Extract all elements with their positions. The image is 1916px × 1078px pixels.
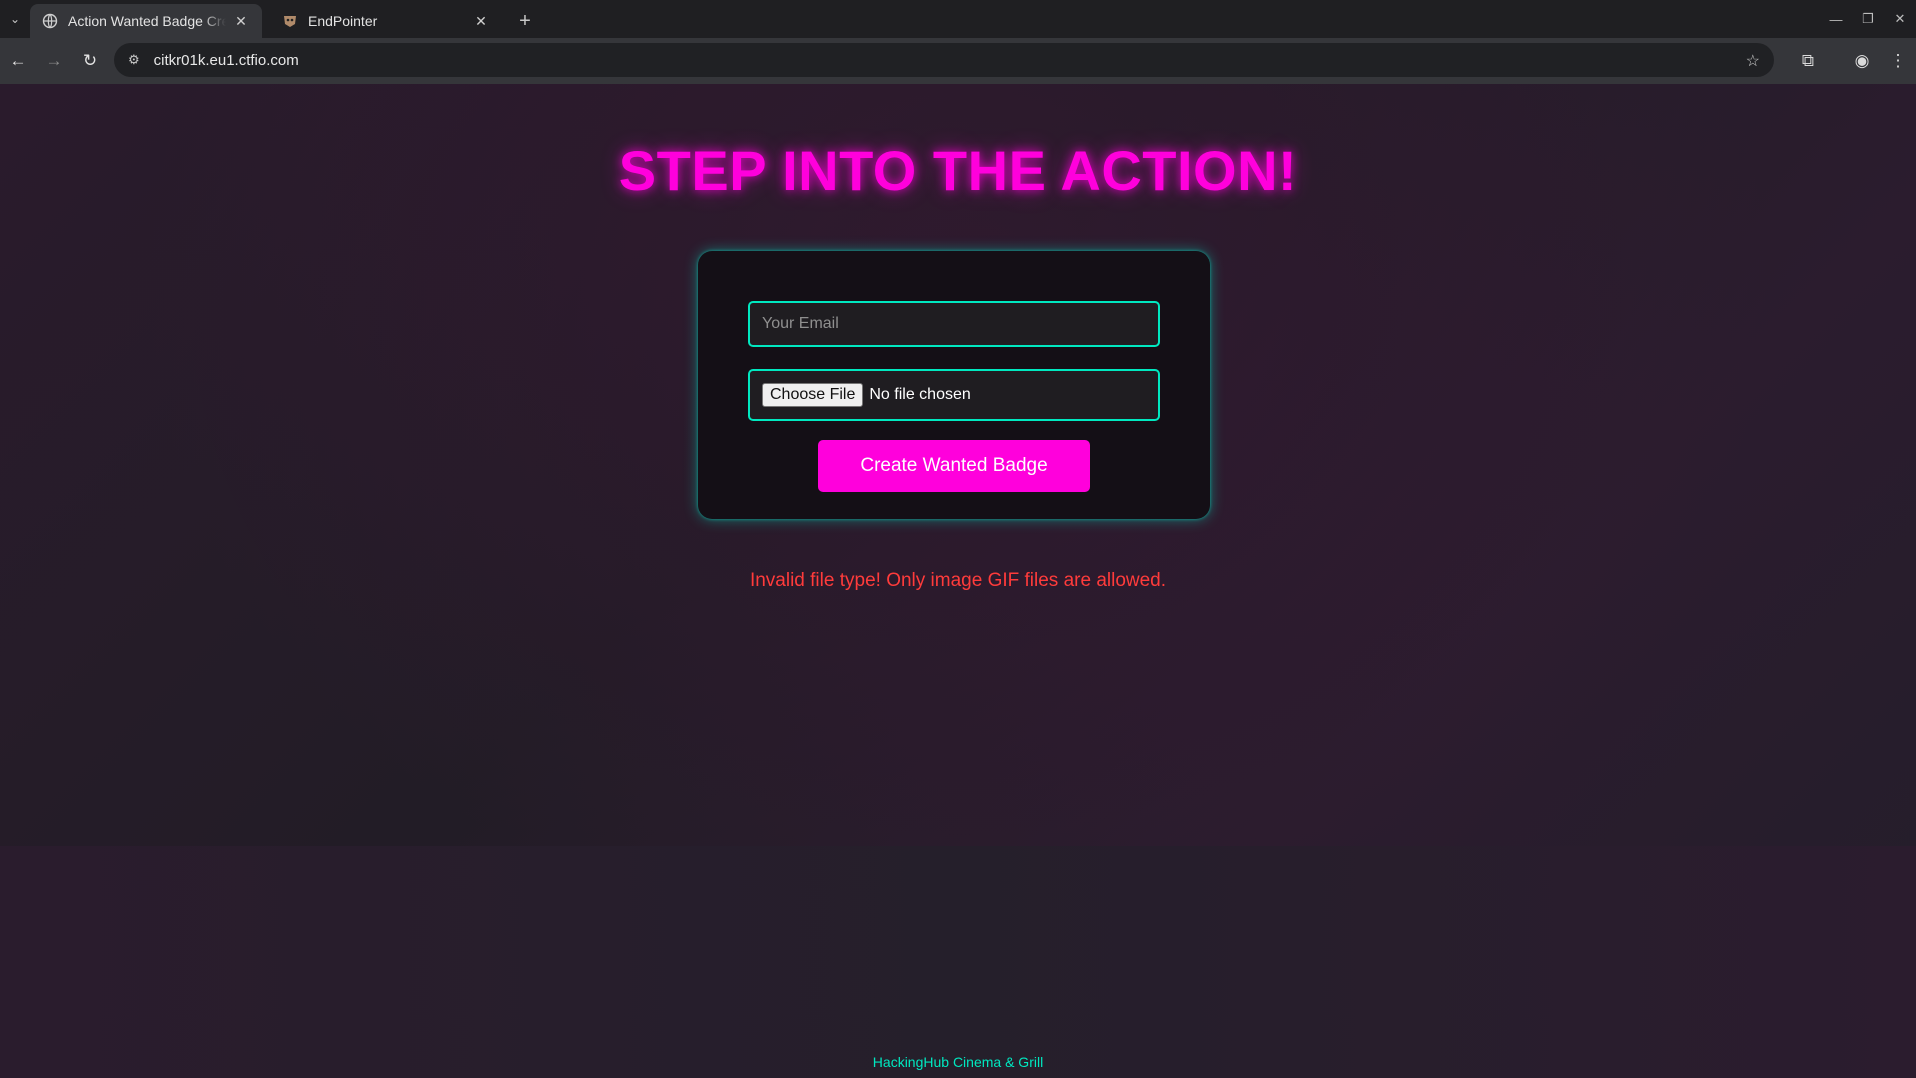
new-tab-icon[interactable]: +	[510, 4, 540, 38]
forward-icon[interactable]: →	[36, 43, 72, 79]
tab-action-wanted-badge[interactable]: Action Wanted Badge Creat ✕	[30, 4, 262, 38]
close-tab-icon[interactable]: ✕	[472, 12, 490, 30]
minimize-icon[interactable]: —	[1820, 12, 1852, 27]
browser-tab-strip: ⌄ Action Wanted Badge Creat ✕ EndPointer…	[0, 0, 1916, 38]
endpointer-logo-icon	[284, 16, 296, 27]
reload-icon[interactable]: ↻	[72, 43, 108, 79]
back-icon[interactable]: ←	[0, 43, 36, 79]
window-close-icon[interactable]: ✕	[1884, 11, 1916, 27]
page-headline: STEP INTO THE ACTION!	[618, 139, 1298, 202]
page-viewport: STEP INTO THE ACTION! Choose File No fil…	[0, 84, 1916, 1078]
tab-title: EndPointer	[308, 13, 378, 29]
close-tab-icon[interactable]: ✕	[232, 12, 250, 30]
site-info-icon[interactable]: ⚙	[128, 52, 140, 68]
profile-icon[interactable]: ◉	[1844, 51, 1880, 71]
globe-icon	[42, 13, 58, 29]
restore-icon[interactable]: ❐	[1852, 11, 1884, 27]
menu-kebab-icon[interactable]: ⋮	[1880, 51, 1916, 71]
tab-search-icon[interactable]: ⌄	[0, 0, 30, 38]
window-controls: — ❐ ✕	[1820, 0, 1916, 38]
browser-toolbar: ← → ↻ ⚙ citkr01k.eu1.ctfio.com ☆ ⧉ ◉ ⋮	[0, 38, 1916, 84]
email-input[interactable]	[748, 301, 1160, 347]
address-bar[interactable]: ⚙ citkr01k.eu1.ctfio.com ☆	[114, 43, 1774, 77]
url-text: citkr01k.eu1.ctfio.com	[153, 51, 299, 69]
badge-form-card: Choose File No file chosen Create Wanted…	[698, 251, 1210, 519]
choose-file-button[interactable]: Choose File	[762, 383, 864, 407]
file-status-text: No file chosen	[869, 386, 971, 403]
error-message: Invalid file type! Only image GIF files …	[749, 570, 1167, 591]
bookmark-star-icon[interactable]: ☆	[1746, 51, 1760, 71]
tab-title: Action Wanted Badge Creat	[68, 13, 226, 29]
create-wanted-badge-button[interactable]: Create Wanted Badge	[818, 440, 1090, 492]
file-upload-field[interactable]: Choose File No file chosen	[748, 369, 1160, 421]
footer-text: HackingHub Cinema & Grill	[872, 1054, 1044, 1070]
page-lower-background	[0, 846, 1916, 1078]
extensions-icon[interactable]: ⧉	[1790, 51, 1826, 71]
tab-endpointer[interactable]: EndPointer ✕	[270, 4, 502, 38]
toolbar-actions: ⧉ ◉ ⋮	[1790, 43, 1916, 79]
